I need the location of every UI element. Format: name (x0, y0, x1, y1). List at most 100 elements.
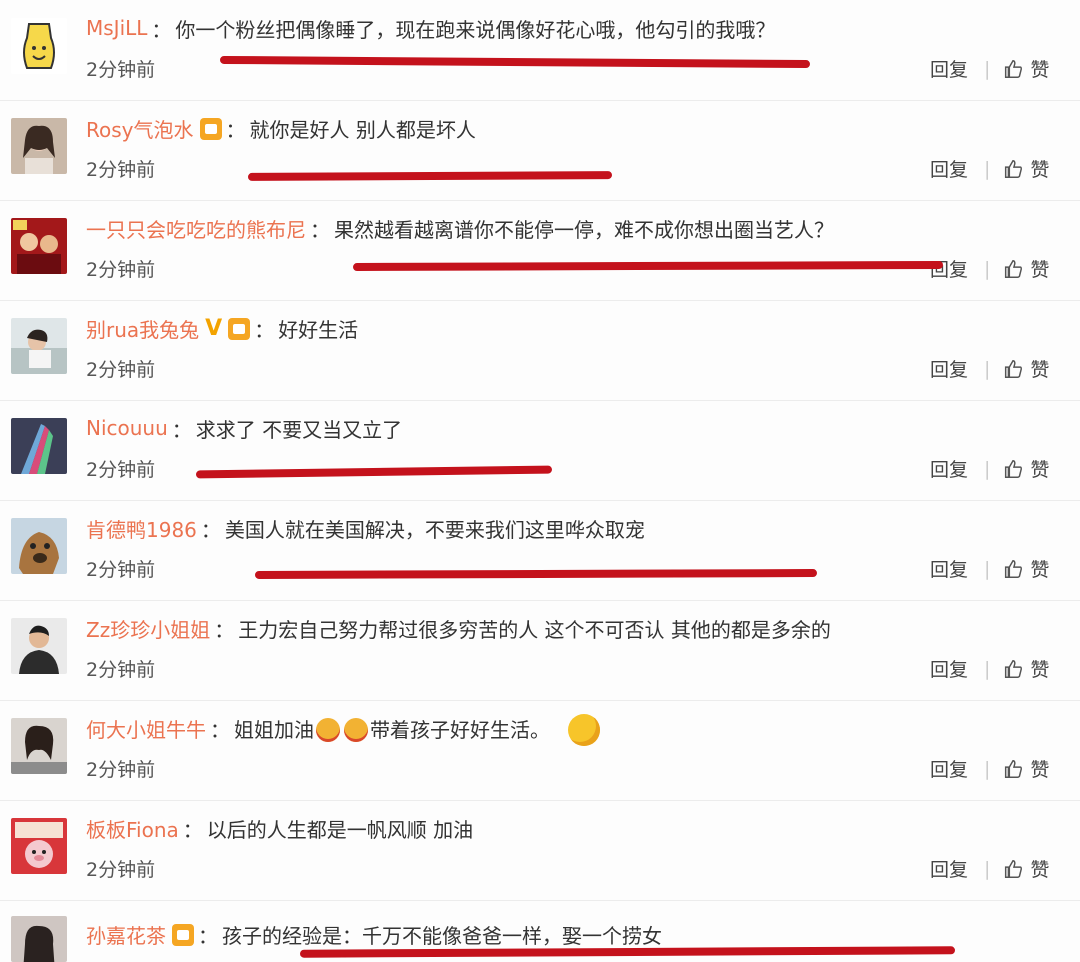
avatar[interactable] (11, 418, 67, 474)
comment-item: 肯德鸭1986 ： 美国人就在美国解决，不要来我们这里哗众取宠 2分钟前 回复 … (0, 500, 1080, 601)
timestamp: 2分钟前 (86, 159, 156, 181)
avatar[interactable] (11, 916, 67, 962)
comment-item: MsJiLL ： 你一个粉丝把偶像睡了，现在跑来说偶像好花心哦，他勾引的我哦？ … (0, 0, 1080, 101)
like-button[interactable]: 赞 (1030, 55, 1049, 82)
username-link[interactable]: 肯德鸭1986 (86, 514, 197, 543)
comment-line: 一只只会吃吃吃的熊布尼 ： 果然越看越离谱你不能停一停，难不成你想出圈当艺人？ (86, 212, 834, 244)
reply-button[interactable]: 回复 (930, 355, 968, 382)
avatar[interactable] (11, 718, 67, 774)
divider: | (984, 157, 991, 180)
comment-text: 你一个粉丝把偶像睡了，现在跑来说偶像好花心哦，他勾引的我哦？ (175, 17, 776, 42)
like-button[interactable]: 赞 (1030, 255, 1049, 282)
comment-text: 就你是好人 别人都是坏人 (249, 117, 476, 142)
colon-separator: ： (210, 717, 230, 742)
comment-line: 何大小姐牛牛 ： 姐姐加油 带着孩子好好生活。 (86, 712, 602, 746)
comment-line: 板板Fiona ： 以后的人生都是一帆风顺 加油 (86, 812, 473, 844)
thumbs-up-icon[interactable] (1002, 58, 1024, 80)
comment-actions: 回复 | 赞 (930, 155, 1049, 182)
colon-separator: ： (200, 517, 221, 542)
comment-line: Zz珍珍小姐姐 ： 王力宏自己努力帮过很多穷苦的人 这个不可否认 其他的都是多余… (86, 612, 831, 644)
avatar[interactable] (11, 218, 67, 274)
comment-line: 孙嘉花茶 ： 孩子的经验是：千万不能像爸爸一样，娶一个捞女 (86, 918, 662, 950)
colon-separator: ： (151, 17, 172, 42)
avatar[interactable] (11, 618, 67, 674)
divider: | (984, 257, 991, 280)
thumbs-up-icon[interactable] (1002, 358, 1024, 380)
username-link[interactable]: 别rua我兔兔 (86, 314, 199, 343)
username-link[interactable]: Zz珍珍小姐姐 (86, 614, 210, 643)
comment-item: 一只只会吃吃吃的熊布尼 ： 果然越看越离谱你不能停一停，难不成你想出圈当艺人？ … (0, 200, 1080, 301)
comment-item: 别rua我兔兔 V ： 好好生活 2分钟前 回复 | 赞 (0, 300, 1080, 401)
thumbs-up-icon[interactable] (1002, 658, 1024, 680)
timestamp: 2分钟前 (86, 59, 156, 81)
username-link[interactable]: 孙嘉花茶 (86, 920, 166, 949)
username-link[interactable]: MsJiLL (86, 16, 147, 40)
red-underline (195, 465, 553, 479)
like-button[interactable]: 赞 (1030, 155, 1049, 182)
username-link[interactable]: 板板Fiona (86, 814, 179, 843)
like-button[interactable]: 赞 (1030, 655, 1049, 682)
verified-v-icon: V (205, 315, 223, 341)
avatar[interactable] (11, 818, 67, 874)
like-button[interactable]: 赞 (1030, 555, 1049, 582)
comment-text: 姐姐加油 (234, 717, 314, 742)
timestamp: 2分钟前 (86, 259, 156, 281)
comment-actions: 回复 | 赞 (930, 455, 1049, 482)
comment-actions: 回复 | 赞 (930, 355, 1049, 382)
thumbs-up-icon[interactable] (1002, 558, 1024, 580)
comment-text: 果然越看越离谱你不能停一停，难不成你想出圈当艺人？ (334, 217, 834, 242)
timestamp: 2分钟前 (86, 859, 156, 881)
comment-text: 以后的人生都是一帆风顺 加油 (206, 817, 474, 842)
red-underline (254, 569, 818, 579)
reply-button[interactable]: 回复 (930, 855, 968, 882)
reply-button[interactable]: 回复 (930, 655, 968, 682)
comment-item: Zz珍珍小姐姐 ： 王力宏自己努力帮过很多穷苦的人 这个不可否认 其他的都是多余… (0, 600, 1080, 701)
comment-actions: 回复 | 赞 (930, 55, 1049, 82)
comment-item: 板板Fiona ： 以后的人生都是一帆风顺 加油 2分钟前 回复 | 赞 (0, 800, 1080, 901)
comment-text: 好好生活 (278, 317, 359, 342)
red-underline (219, 55, 811, 69)
like-button[interactable]: 赞 (1030, 455, 1049, 482)
comment-item: 何大小姐牛牛 ： 姐姐加油 带着孩子好好生活。 2分钟前 回复 | 赞 (0, 700, 1080, 801)
avatar[interactable] (11, 518, 67, 574)
fan-badge-icon (228, 318, 251, 340)
username-link[interactable]: 何大小姐牛牛 (86, 714, 206, 743)
divider: | (984, 357, 991, 380)
like-button[interactable]: 赞 (1030, 355, 1049, 382)
comment-line: 肯德鸭1986 ： 美国人就在美国解决，不要来我们这里哗众取宠 (86, 512, 645, 544)
comment-actions: 回复 | 赞 (930, 655, 1049, 682)
reply-button[interactable]: 回复 (930, 55, 968, 82)
like-button[interactable]: 赞 (1030, 755, 1049, 782)
colon-separator: ： (310, 217, 330, 242)
comment-line: Rosy气泡水 ： 就你是好人 别人都是坏人 (86, 112, 476, 144)
thumbs-up-icon[interactable] (1002, 758, 1024, 780)
username-link[interactable]: Nicouuu (86, 416, 168, 440)
reply-button[interactable]: 回复 (930, 155, 968, 182)
comment-text-continued: 带着孩子好好生活。 (370, 717, 550, 742)
divider: | (984, 557, 991, 580)
comment-line: Nicouuu ： 求求了 不要又当又立了 (86, 412, 402, 444)
divider: | (984, 757, 991, 780)
avatar[interactable] (11, 118, 67, 174)
comment-text: 美国人就在美国解决，不要来我们这里哗众取宠 (224, 517, 645, 542)
thumbs-up-icon[interactable] (1002, 858, 1024, 880)
thumbs-up-icon[interactable] (1002, 458, 1024, 480)
timestamp: 2分钟前 (86, 659, 156, 681)
avatar[interactable] (11, 18, 67, 74)
reply-button[interactable]: 回复 (930, 555, 968, 582)
username-link[interactable]: Rosy气泡水 (86, 114, 194, 143)
comment-text: 王力宏自己努力帮过很多穷苦的人 这个不可否认 其他的都是多余的 (238, 617, 831, 642)
comment-item: Nicouuu ： 求求了 不要又当又立了 2分钟前 回复 | 赞 (0, 400, 1080, 501)
avatar[interactable] (11, 318, 67, 374)
username-link[interactable]: 一只只会吃吃吃的熊布尼 (86, 214, 306, 243)
colon-separator: ： (171, 417, 192, 442)
fan-badge-icon (172, 924, 194, 946)
timestamp: 2分钟前 (86, 759, 156, 781)
reply-button[interactable]: 回复 (930, 455, 968, 482)
thumbs-up-icon[interactable] (1002, 158, 1024, 180)
reply-button[interactable]: 回复 (930, 755, 968, 782)
like-button[interactable]: 赞 (1030, 855, 1049, 882)
thumbs-up-icon[interactable] (1002, 258, 1024, 280)
divider: | (984, 57, 991, 80)
colon-separator: ： (254, 317, 275, 342)
